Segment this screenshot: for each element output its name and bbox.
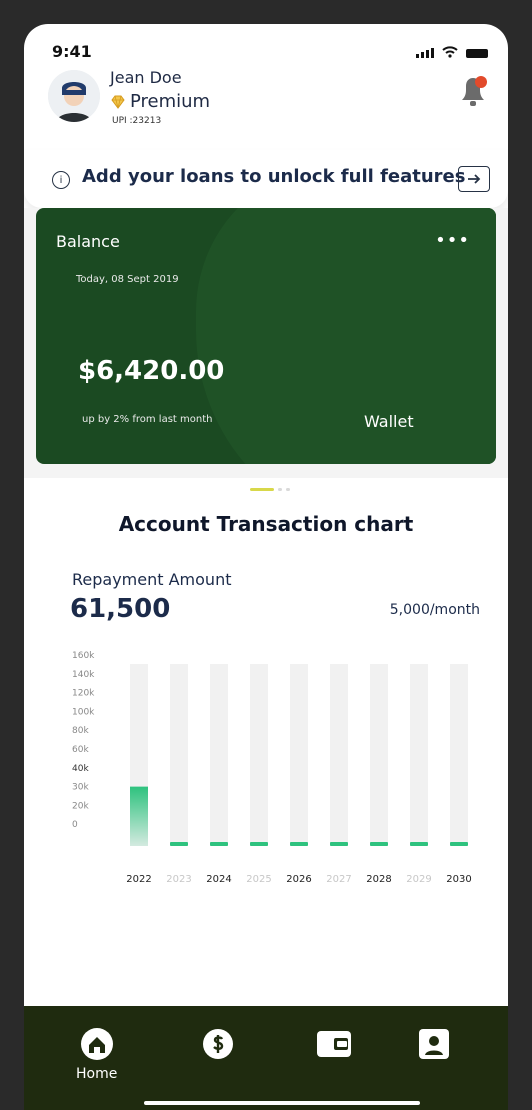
x-tick-label: 2026 (286, 874, 311, 885)
loan-banner[interactable]: i Add your loans to unlock full features (24, 150, 508, 208)
nav-wallet[interactable] (316, 1026, 352, 1062)
repayment-value: 61,500 (70, 594, 171, 624)
info-icon: i (52, 171, 70, 189)
x-tick-label: 2027 (326, 874, 351, 885)
bar-2030[interactable] (450, 842, 468, 846)
bar-track (290, 664, 308, 846)
status-bar: 9:41 (24, 24, 508, 64)
bar-track (450, 664, 468, 846)
home-icon (79, 1026, 115, 1062)
phone-screen: 9:41 Jean Doe Premium UPI:23213 i Add y… (24, 24, 508, 1110)
x-tick-label: 2030 (446, 874, 471, 885)
status-time: 9:41 (52, 42, 92, 61)
dot[interactable] (286, 488, 290, 491)
y-tick-label: 100k (72, 707, 95, 717)
wallet-icon (316, 1026, 352, 1062)
user-name: Jean Doe (110, 68, 182, 87)
upi-id: UPI :23213 (112, 116, 162, 126)
y-tick-label: 160k (72, 651, 95, 661)
plan-label: Premium (130, 91, 211, 112)
repayment-label: Repayment Amount (72, 570, 232, 589)
balance-change: up by 2% from last month (82, 414, 213, 425)
signal-icon (416, 48, 434, 58)
nav-home[interactable]: Home (76, 1026, 117, 1082)
bar-2025[interactable] (250, 842, 268, 846)
bar-track (250, 664, 268, 846)
y-tick-label: 80k (72, 726, 89, 736)
y-tick-label: 40k (72, 764, 89, 774)
more-icon[interactable]: ••• (435, 230, 470, 251)
bar-2029[interactable] (410, 842, 428, 846)
dollar-icon (200, 1026, 236, 1062)
x-tick-label: 2024 (206, 874, 231, 885)
bar-track (330, 664, 348, 846)
x-tick-label: 2028 (366, 874, 391, 885)
card-carousel: Balance ••• Today, 08 Sept 2019 $6,420.0… (24, 208, 508, 478)
bar-track (210, 664, 228, 846)
x-tick-label: 2022 (126, 874, 151, 885)
y-tick-label: 140k (72, 670, 95, 680)
diamond-icon (111, 95, 125, 109)
balance-label: Balance (56, 232, 120, 251)
x-tick-label: 2023 (166, 874, 191, 885)
y-tick-label: 60k (72, 745, 89, 755)
balance-amount: $6,420.00 (78, 356, 225, 386)
battery-icon (466, 49, 488, 58)
y-tick-label: 120k (72, 689, 95, 699)
wifi-icon (442, 46, 458, 58)
bar-track (410, 664, 428, 846)
bar-2028[interactable] (370, 842, 388, 846)
nav-payments[interactable] (200, 1026, 236, 1062)
bar-2026[interactable] (290, 842, 308, 846)
bar-2027[interactable] (330, 842, 348, 846)
home-indicator (144, 1101, 420, 1105)
status-icons (416, 46, 488, 58)
x-tick-label: 2025 (246, 874, 271, 885)
avatar-image (48, 70, 100, 122)
balance-card[interactable]: Balance ••• Today, 08 Sept 2019 $6,420.0… (36, 208, 496, 464)
bar-2024[interactable] (210, 842, 228, 846)
plan: Premium (110, 91, 210, 112)
carousel-dots (250, 488, 290, 491)
dot-active[interactable] (250, 488, 274, 491)
transaction-chart: 160k 140k 120k 100k 80k 60k 40k 30k 20k 0 2022 2023… (72, 651, 472, 885)
bell-icon (462, 76, 487, 106)
nav-home-label: Home (76, 1066, 118, 1082)
nav-profile[interactable] (416, 1026, 452, 1062)
y-tick-label: 30k (72, 783, 89, 793)
arrow-right-button[interactable] (458, 166, 490, 192)
repayment-rate: 5,000/month (389, 602, 480, 618)
bar-2023[interactable] (170, 842, 188, 846)
x-tick-label: 2029 (406, 874, 431, 885)
profile-icon (416, 1026, 452, 1062)
arrow-right-icon (468, 174, 481, 184)
bar-track (370, 664, 388, 846)
avatar[interactable] (48, 70, 100, 122)
section-title: Account Transaction chart (118, 512, 414, 536)
y-tick-label: 20k (72, 801, 89, 811)
banner-text: Add your loans to unlock full features (82, 166, 466, 187)
dot[interactable] (278, 488, 282, 491)
bar-track (170, 664, 188, 846)
y-tick-label: 0 (72, 820, 78, 830)
notification-bell[interactable] (456, 70, 490, 110)
bar-2022[interactable] (130, 786, 148, 846)
wallet-label: Wallet (364, 412, 414, 431)
balance-date: Today, 08 Sept 2019 (76, 274, 179, 285)
bottom-nav: Home (24, 1006, 508, 1110)
